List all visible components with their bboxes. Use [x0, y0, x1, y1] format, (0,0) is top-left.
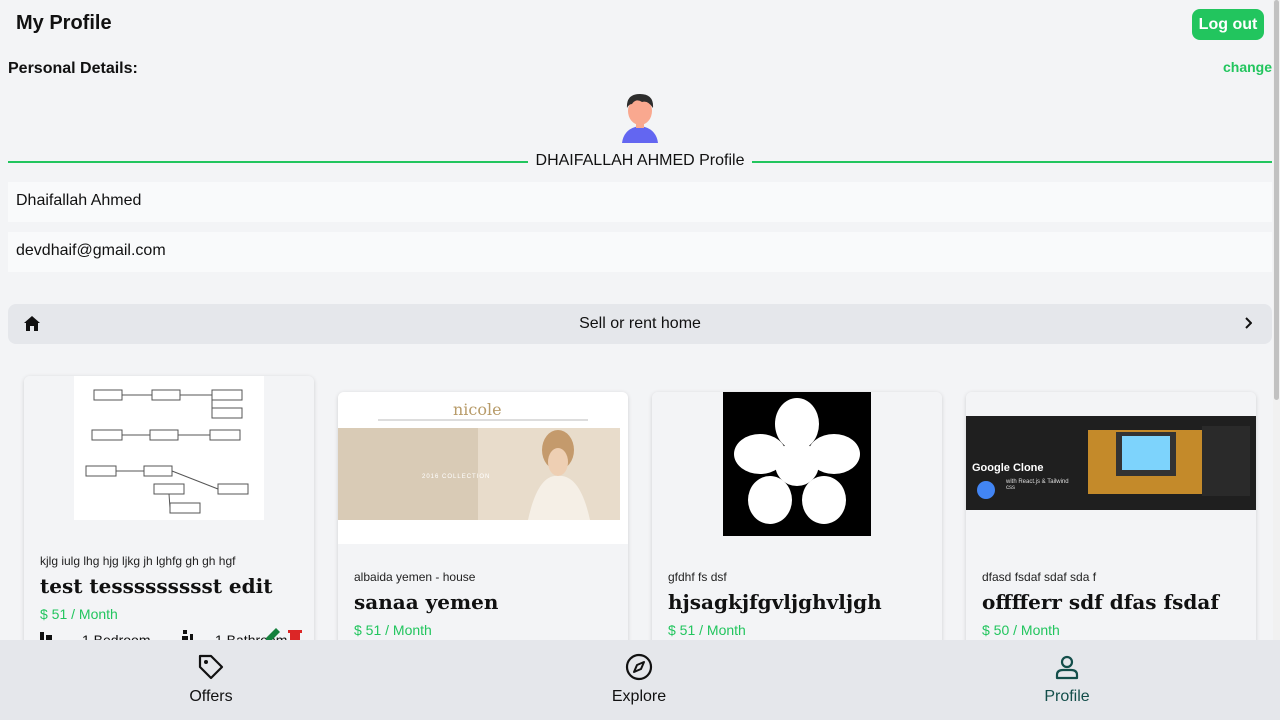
- listing-location: gfdhf fs dsf: [668, 570, 727, 584]
- personal-details-label: Personal Details:: [8, 60, 138, 77]
- listing-price: $ 51 / Month: [668, 622, 746, 638]
- tag-icon: [198, 654, 224, 680]
- user-icon: [1055, 655, 1079, 680]
- listing-location: dfasd fsdaf sdaf sda f: [982, 570, 1097, 584]
- nav-label: Explore: [611, 688, 667, 705]
- nav-offers[interactable]: Offers: [131, 640, 291, 720]
- header: My Profile Log out: [0, 0, 1280, 50]
- listing-card[interactable]: kjlg iulg lhg hjg ljkg jh lghfg gh gh hg…: [24, 376, 314, 676]
- listing-location: kjlg iulg lhg hjg ljkg jh lghfg gh gh hg…: [40, 554, 236, 568]
- compass-icon: [625, 653, 653, 681]
- avatar: [610, 86, 670, 146]
- listing-image: [652, 392, 942, 544]
- listing-image-subtext: 2016 COLLECTION: [422, 474, 491, 480]
- listing-title: test tessssssssst edit: [40, 574, 273, 598]
- listing-location: albaida yemen - house: [354, 570, 476, 584]
- nav-profile[interactable]: Profile: [987, 640, 1147, 720]
- listing-price: $ 51 / Month: [354, 622, 432, 638]
- nav-label: Profile: [1044, 688, 1090, 705]
- chevron-right-icon: [1245, 317, 1252, 329]
- listing-image: [24, 376, 314, 528]
- email-field[interactable]: devdhaif@gmail.com: [8, 232, 1272, 272]
- bottom-nav: Offers Explore Profile: [0, 640, 1280, 720]
- listing-price: $ 51 / Month: [40, 606, 118, 622]
- scrollbar-thumb[interactable]: [1274, 0, 1279, 400]
- listing-title: sanaa yemen: [354, 590, 499, 614]
- profile-heading: DHAIFALLAH AHMED Profile: [527, 152, 753, 169]
- listing-title: hjsagkjfgvljghvljgh: [668, 590, 882, 614]
- sell-or-rent-label: Sell or rent home: [579, 315, 701, 332]
- listing-image-text: nicole: [453, 400, 502, 419]
- avatar-illustration: [622, 94, 658, 143]
- change-link[interactable]: change: [1223, 59, 1272, 75]
- logout-button[interactable]: Log out: [1192, 9, 1264, 40]
- sell-or-rent-button[interactable]: Sell or rent home: [8, 304, 1272, 344]
- listing-image-subtext: with React.js & Tailwind css: [1006, 479, 1069, 491]
- name-field[interactable]: Dhaifallah Ahmed: [8, 182, 1272, 222]
- nav-label: Offers: [189, 688, 233, 705]
- nav-explore[interactable]: Explore: [559, 640, 719, 720]
- listing-title: offfferr sdf dfas fsdaf: [982, 590, 1219, 614]
- listing-price: $ 50 / Month: [982, 622, 1060, 638]
- profile-divider: DHAIFALLAH AHMED Profile: [8, 151, 1272, 173]
- page-title: My Profile: [16, 12, 112, 34]
- listing-image-text: Google Clone: [972, 462, 1044, 474]
